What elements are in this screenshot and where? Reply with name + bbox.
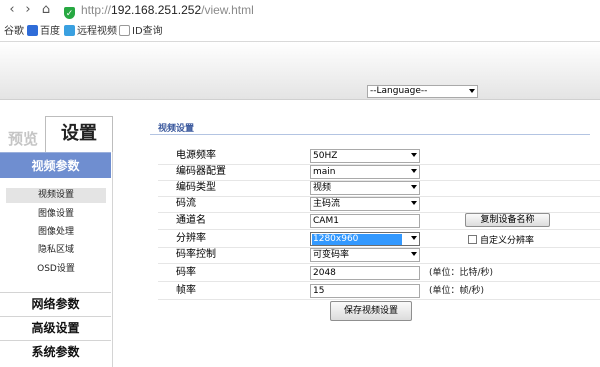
bookmark-label: 百度 — [40, 26, 60, 37]
bookmark-label: ID查询 — [132, 26, 163, 37]
chevron-down-icon — [411, 185, 417, 189]
url-path: /view.html — [201, 3, 254, 17]
bookmark-google[interactable]: 谷歌 — [4, 23, 24, 41]
field-label: 码率控制 — [176, 249, 216, 260]
baidu-paw-icon — [27, 25, 38, 36]
sidebar-item-image-settings[interactable]: 图像设置 — [6, 207, 106, 222]
chevron-down-icon — [411, 236, 417, 240]
page-banner: --Language-- — [0, 42, 600, 100]
field-label: 帧率 — [176, 285, 196, 296]
form-row-encoding-type: 编码类型 视频 — [158, 180, 600, 197]
frame-rate-input[interactable]: 15 — [310, 284, 420, 298]
encoding-type-select[interactable]: 视频 — [310, 181, 420, 195]
sidebar-section-advanced[interactable]: 高级设置 — [0, 316, 111, 338]
bookmark-baidu[interactable]: 百度 — [27, 23, 60, 41]
sidebar: 视频参数 视频设置 图像设置 图像处理 隐私区域 OSD设置 网络参数 高级设置… — [0, 152, 113, 367]
browser-toolbar: ‹ › ⌂ ✓ http://192.168.251.252/view.html — [0, 0, 600, 22]
save-video-settings-button[interactable]: 保存视频设置 — [330, 301, 412, 321]
select-value: main — [313, 167, 336, 177]
select-value: 1280x960 — [312, 234, 402, 245]
sidebar-section-system[interactable]: 系统参数 — [0, 340, 111, 362]
sidebar-item-video-settings[interactable]: 视频设置 — [6, 188, 106, 203]
field-label: 电源频率 — [176, 150, 216, 161]
field-label: 通道名 — [176, 215, 206, 226]
bitrate-input[interactable]: 2048 — [310, 266, 420, 280]
field-label: 分辨率 — [176, 233, 206, 244]
main-tabs: 预览 设置 — [0, 116, 113, 152]
page-icon — [119, 25, 130, 36]
bookmarks-bar: 谷歌 百度 远程视频 ID查询 — [0, 23, 600, 42]
home-icon[interactable]: ⌂ — [38, 2, 54, 18]
chevron-down-icon — [411, 201, 417, 205]
tab-preview[interactable]: 预览 — [3, 127, 43, 152]
form-row-power-frequency: 电源频率 50HZ — [158, 148, 600, 165]
stream-select[interactable]: 主码流 — [310, 197, 420, 211]
chevron-down-icon — [411, 153, 417, 157]
form-row-stream: 码流 主码流 — [158, 196, 600, 213]
sidebar-section-video[interactable]: 视频参数 — [0, 152, 111, 178]
field-label: 码流 — [176, 198, 196, 209]
chevron-down-icon — [469, 89, 475, 93]
bookmark-label: 谷歌 — [4, 26, 24, 37]
form-row-encoder-config: 编码器配置 main — [158, 164, 600, 181]
video-icon — [64, 25, 75, 36]
bookmark-remote-video[interactable]: 远程视频 — [64, 23, 117, 41]
bitrate-control-select[interactable]: 可变码率 — [310, 248, 420, 262]
resolution-select[interactable]: 1280x960 — [310, 232, 420, 246]
chevron-down-icon — [411, 252, 417, 256]
select-value: 50HZ — [313, 151, 338, 161]
form-row-bitrate-control: 码率控制 可变码率 — [158, 247, 600, 264]
sidebar-item-osd-settings[interactable]: OSD设置 — [6, 262, 106, 277]
url-scheme: http:// — [81, 3, 112, 17]
sidebar-section-network[interactable]: 网络参数 — [0, 292, 111, 314]
language-select-value: --Language-- — [370, 86, 428, 96]
form-row-bitrate: 码率 2048 (单位：比特/秒) — [158, 265, 600, 282]
field-label: 码率 — [176, 267, 196, 278]
sidebar-item-image-processing[interactable]: 图像处理 — [6, 225, 106, 240]
custom-resolution-checkbox[interactable] — [468, 235, 477, 244]
title-divider — [150, 134, 590, 135]
sidebar-item-privacy-area[interactable]: 隐私区域 — [6, 243, 106, 258]
frame-rate-unit: (单位：帧/秒) — [429, 286, 485, 296]
forward-icon[interactable]: › — [20, 2, 36, 18]
secure-shield-icon: ✓ — [64, 7, 75, 19]
copy-device-name-button[interactable]: 复制设备名称 — [465, 213, 550, 227]
bookmark-id-lookup[interactable]: ID查询 — [119, 23, 163, 41]
field-label: 编码器配置 — [176, 166, 226, 177]
bitrate-unit: (单位：比特/秒) — [429, 268, 494, 278]
select-value: 可变码率 — [313, 250, 350, 260]
custom-resolution-option[interactable]: 自定义分辨率 — [468, 235, 534, 247]
language-select[interactable]: --Language-- — [367, 85, 478, 98]
select-value: 主码流 — [313, 199, 341, 209]
encoder-config-select[interactable]: main — [310, 165, 420, 179]
page-title: 视频设置 — [158, 124, 195, 134]
url-host: 192.168.251.252 — [111, 3, 202, 17]
channel-name-input[interactable]: CAM1 — [310, 214, 420, 228]
form-row-frame-rate: 帧率 15 (单位：帧/秒) — [158, 283, 600, 300]
chevron-down-icon — [411, 169, 417, 173]
tab-settings[interactable]: 设置 — [45, 116, 113, 152]
custom-resolution-label: 自定义分辨率 — [480, 236, 535, 246]
back-icon[interactable]: ‹ — [4, 2, 20, 18]
bookmark-label: 远程视频 — [77, 26, 117, 37]
select-value: 视频 — [313, 183, 332, 193]
address-bar[interactable]: ✓ http://192.168.251.252/view.html — [62, 2, 600, 19]
field-label: 编码类型 — [176, 182, 216, 193]
power-frequency-select[interactable]: 50HZ — [310, 149, 420, 163]
